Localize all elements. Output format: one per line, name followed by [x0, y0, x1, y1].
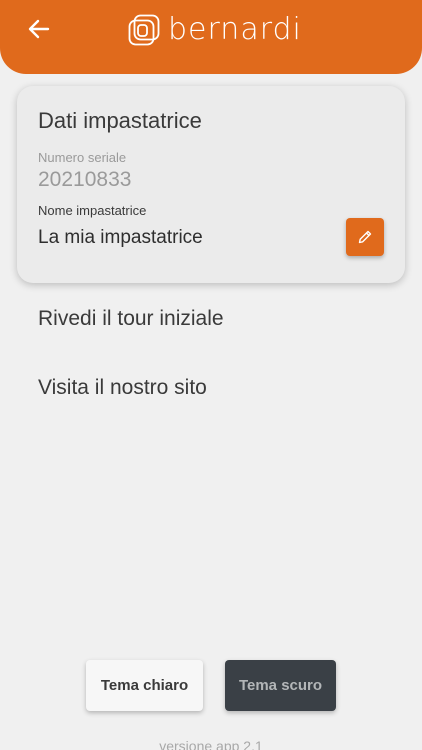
back-button[interactable]	[24, 16, 54, 42]
serial-number-value: 20210833	[38, 168, 132, 191]
settings-screen: bernardi Dati impastatrice Numero serial…	[0, 0, 422, 750]
card-title: Dati impastatrice	[38, 108, 202, 133]
dark-theme-button[interactable]: Tema scuro	[225, 660, 336, 711]
mixer-name-value: La mia impastatrice	[38, 227, 203, 248]
pencil-icon	[358, 230, 372, 244]
mixer-name-label: Nome impastatrice	[38, 203, 147, 218]
mixer-data-card: Dati impastatrice Numero seriale 2021083…	[17, 86, 405, 283]
logo-text: bernardi	[168, 12, 302, 47]
light-theme-button[interactable]: Tema chiaro	[86, 660, 203, 711]
edit-name-button[interactable]	[346, 218, 384, 256]
app-version: versione app 2.1	[159, 738, 263, 750]
brand-logo: bernardi	[128, 13, 302, 47]
bernardi-logo-icon	[128, 14, 160, 46]
arrow-left-icon	[28, 19, 50, 39]
serial-number-label: Numero seriale	[38, 150, 127, 165]
visit-site-link[interactable]: Visita il nostro sito	[38, 376, 207, 400]
review-tour-link[interactable]: Rivedi il tour iniziale	[38, 307, 224, 331]
app-header: bernardi	[0, 0, 422, 74]
